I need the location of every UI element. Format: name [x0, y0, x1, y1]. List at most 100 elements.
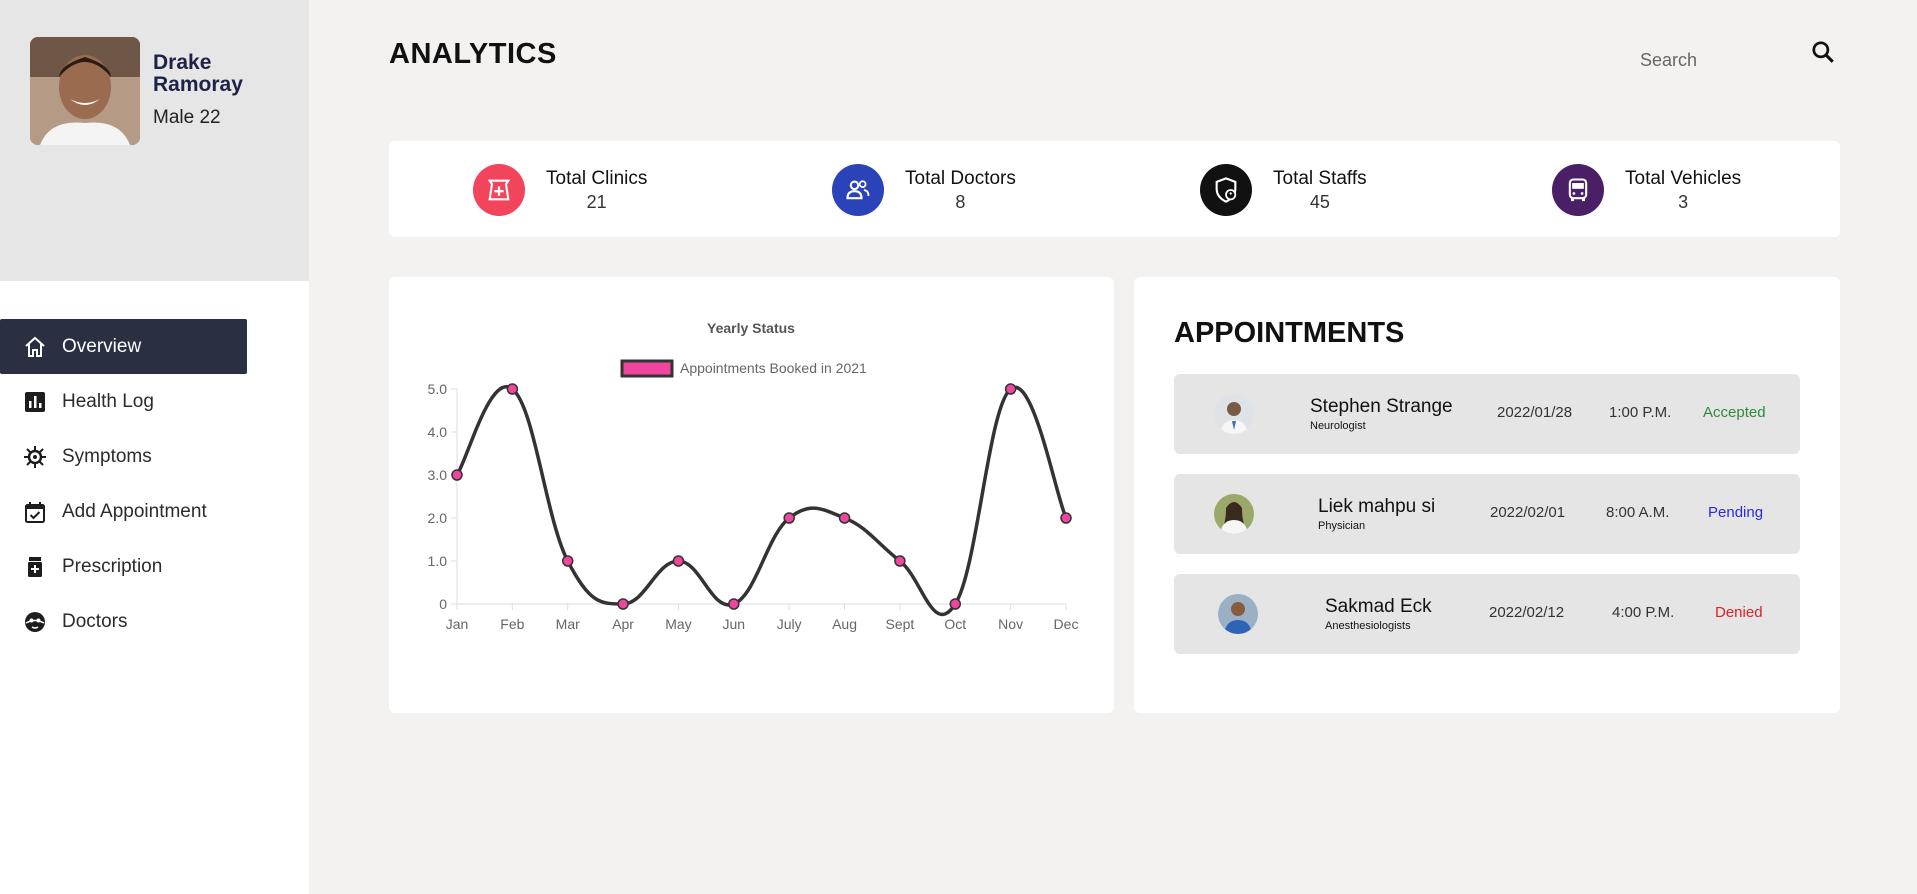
appointment-time: 4:00 P.M.: [1612, 604, 1675, 621]
data-point: [617, 598, 629, 610]
avatar: [30, 37, 140, 145]
virus-icon: [22, 444, 48, 470]
yearly-status-chart: Yearly Status Appointments Booked in 202…: [428, 320, 1079, 632]
doctor-name: Sakmad Eck: [1325, 596, 1432, 617]
face-icon: [22, 609, 48, 635]
data-point: [894, 555, 906, 567]
doctor-specialty: Anesthesiologists: [1325, 620, 1411, 632]
nav-item-label: Health Log: [62, 390, 154, 412]
data-point: [561, 555, 574, 567]
sidebar-nav: Overview Health Log Symptoms Add Appoint…: [0, 319, 309, 649]
stat-total-doctors: Total Doctors 8: [832, 163, 1016, 217]
stat-value: 8: [955, 191, 966, 212]
x-tick-label: Dec: [1054, 616, 1079, 632]
x-tick-label: Feb: [500, 616, 524, 632]
x-tick-label: Apr: [612, 616, 634, 632]
nav-item-label: Symptoms: [62, 445, 152, 467]
stat-label: Total Vehicles: [1625, 167, 1742, 189]
nav-item-symptoms[interactable]: Symptoms: [0, 429, 247, 484]
series-line: [455, 385, 1068, 616]
page-title: ANALYTICS: [389, 38, 557, 70]
nav-item-add-appointment[interactable]: Add Appointment: [0, 484, 247, 539]
appointment-time: 1:00 P.M.: [1609, 404, 1672, 421]
appointment-status: Accepted: [1703, 404, 1766, 421]
doctor-specialty: Physician: [1318, 520, 1366, 532]
doctor-avatar: [1214, 394, 1254, 434]
x-tick-label: Mar: [556, 616, 580, 632]
x-tick-label: Nov: [998, 616, 1023, 632]
data-point: [1060, 512, 1072, 524]
doctor-avatar: [1218, 594, 1258, 634]
y-tick-label: 0: [439, 596, 447, 612]
data-point: [728, 598, 740, 610]
appointment-time: 8:00 A.M.: [1606, 504, 1670, 521]
appointment-date: 2022/01/28: [1497, 404, 1573, 421]
x-tick-label: Jan: [446, 616, 469, 632]
people-icon: [832, 164, 884, 216]
sidebar: Drake Ramoray Male 22 Overview Health Lo…: [0, 0, 309, 894]
appointment-date: 2022/02/01: [1490, 504, 1566, 521]
profile-name: Drake Ramoray: [153, 51, 243, 96]
nav-item-doctors[interactable]: Doctors: [0, 594, 247, 649]
profile-panel: Drake Ramoray Male 22: [0, 0, 309, 281]
stats-card: Total Clinics 21 Total Doctors 8 Total S…: [389, 141, 1840, 237]
y-tick-label: 3.0: [428, 467, 448, 483]
bus-icon: [1552, 164, 1604, 216]
appointment-date: 2022/02/12: [1489, 604, 1565, 621]
chart-title: Yearly Status: [707, 320, 795, 336]
x-tick-label: Aug: [832, 616, 857, 632]
data-point: [1004, 383, 1017, 395]
stat-label: Total Doctors: [905, 167, 1016, 189]
stat-value: 3: [1678, 191, 1689, 212]
appointments-title: APPOINTMENTS: [1174, 317, 1405, 349]
search-button[interactable]: [1809, 38, 1837, 66]
nav-item-label: Prescription: [62, 555, 163, 577]
profile-meta: Male 22: [153, 107, 221, 128]
data-point: [783, 512, 795, 524]
doctor-name: Liek mahpu si: [1318, 496, 1436, 517]
data-point: [838, 512, 851, 524]
stat-value: 21: [586, 191, 607, 212]
data-point: [451, 469, 463, 481]
y-tick-label: 4.0: [428, 424, 448, 440]
x-tick-label: May: [665, 616, 691, 632]
medicine-bottle-icon: [22, 554, 48, 580]
nav-item-label: Overview: [62, 335, 142, 357]
appointment-row[interactable]: Stephen Strange Neurologist 2022/01/28 1…: [1174, 374, 1800, 454]
doctor-specialty: Neurologist: [1310, 420, 1366, 432]
stat-label: Total Clinics: [546, 167, 648, 189]
nav-item-prescription[interactable]: Prescription: [0, 539, 247, 594]
appointment-status: Denied: [1715, 604, 1763, 621]
bar-chart-icon: [22, 389, 48, 415]
search-input[interactable]: [1640, 46, 1790, 74]
data-point: [672, 555, 685, 567]
appointments-card: APPOINTMENTS Stephen Strange Neurologist…: [1134, 277, 1840, 713]
search-icon: [1812, 41, 1834, 63]
avatar-photo: [30, 37, 140, 145]
x-tick-label: July: [777, 616, 802, 632]
nav-item-label: Add Appointment: [62, 500, 207, 522]
data-point: [506, 383, 519, 395]
stat-total-vehicles: Total Vehicles 3: [1552, 163, 1741, 217]
appointment-row[interactable]: Liek mahpu si Physician 2022/02/01 8:00 …: [1174, 474, 1800, 554]
legend-label[interactable]: Appointments Booked in 2021: [680, 360, 867, 376]
nav-item-overview[interactable]: Overview: [0, 319, 247, 374]
x-tick-label: Jun: [723, 616, 746, 632]
shield-user-icon: [1200, 164, 1252, 216]
data-point: [949, 598, 962, 610]
calendar-check-icon: [22, 499, 48, 525]
y-tick-label: 1.0: [428, 553, 448, 569]
stat-label: Total Staffs: [1273, 167, 1367, 189]
nav-item-label: Doctors: [62, 610, 128, 632]
pharmacy-icon: [473, 164, 525, 216]
y-tick-label: 5.0: [428, 381, 448, 397]
stat-total-clinics: Total Clinics 21: [473, 163, 647, 217]
x-tick-label: Sept: [886, 616, 915, 632]
legend-swatch[interactable]: [620, 359, 674, 378]
x-tick-label: Oct: [944, 616, 966, 632]
home-icon: [22, 334, 48, 360]
appointment-row[interactable]: Sakmad Eck Anesthesiologists 2022/02/12 …: [1174, 574, 1800, 654]
chart-card: Yearly Status Appointments Booked in 202…: [389, 277, 1114, 713]
nav-item-health-log[interactable]: Health Log: [0, 374, 247, 429]
appointment-status: Pending: [1708, 504, 1764, 521]
